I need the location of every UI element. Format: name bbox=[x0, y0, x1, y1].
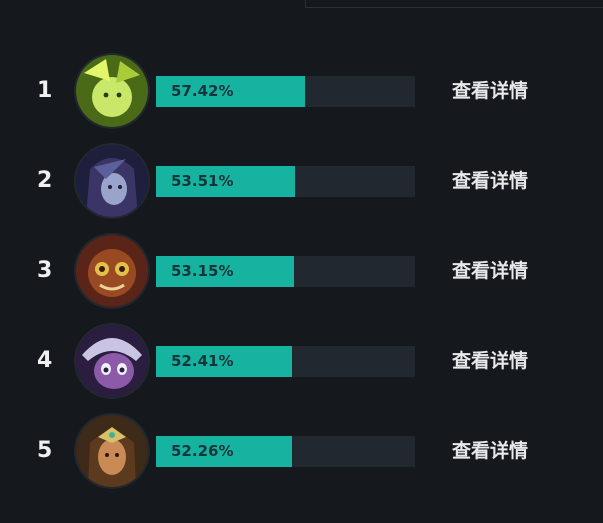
champion-portrait-green-icon bbox=[76, 55, 148, 127]
rank-number: 3 bbox=[37, 258, 53, 283]
rank-number: 1 bbox=[37, 78, 53, 103]
winrate-value: 57.42% bbox=[171, 82, 234, 100]
champion-portrait-bronze-icon bbox=[76, 235, 148, 307]
view-details-link[interactable]: 查看详情 bbox=[452, 345, 528, 377]
top-panel-edge bbox=[305, 0, 603, 8]
winrate-value: 52.41% bbox=[171, 352, 234, 370]
view-details-link[interactable]: 查看详情 bbox=[452, 435, 528, 467]
ranking-row: 5 52.26% 查看详情 bbox=[0, 413, 603, 489]
champion-avatar[interactable] bbox=[76, 55, 148, 127]
rank-number: 5 bbox=[37, 438, 53, 463]
champion-portrait-violet-icon bbox=[76, 325, 148, 397]
rank-number: 2 bbox=[37, 168, 53, 193]
view-details-link[interactable]: 查看详情 bbox=[452, 165, 528, 197]
ranking-row: 1 57.42% 查看详情 bbox=[0, 53, 603, 129]
champion-avatar[interactable] bbox=[76, 415, 148, 487]
winrate-bar: 53.51% bbox=[156, 166, 415, 197]
view-details-link[interactable]: 查看详情 bbox=[452, 75, 528, 107]
champion-avatar[interactable] bbox=[76, 235, 148, 307]
winrate-bar: 53.15% bbox=[156, 256, 415, 287]
ranking-row: 2 53.51% 查看详情 bbox=[0, 143, 603, 219]
winrate-value: 53.51% bbox=[171, 172, 234, 190]
champion-avatar[interactable] bbox=[76, 145, 148, 217]
champion-avatar[interactable] bbox=[76, 325, 148, 397]
winrate-value: 52.26% bbox=[171, 442, 234, 460]
winrate-bar: 57.42% bbox=[156, 76, 415, 107]
winrate-bar: 52.26% bbox=[156, 436, 415, 467]
champion-portrait-gold-icon bbox=[76, 415, 148, 487]
ranking-row: 3 53.15% 查看详情 bbox=[0, 233, 603, 309]
ranking-row: 4 52.41% 查看详情 bbox=[0, 323, 603, 399]
view-details-link[interactable]: 查看详情 bbox=[452, 255, 528, 287]
rank-number: 4 bbox=[37, 348, 53, 373]
winrate-value: 53.15% bbox=[171, 262, 234, 280]
champion-portrait-purple-icon bbox=[76, 145, 148, 217]
winrate-bar: 52.41% bbox=[156, 346, 415, 377]
